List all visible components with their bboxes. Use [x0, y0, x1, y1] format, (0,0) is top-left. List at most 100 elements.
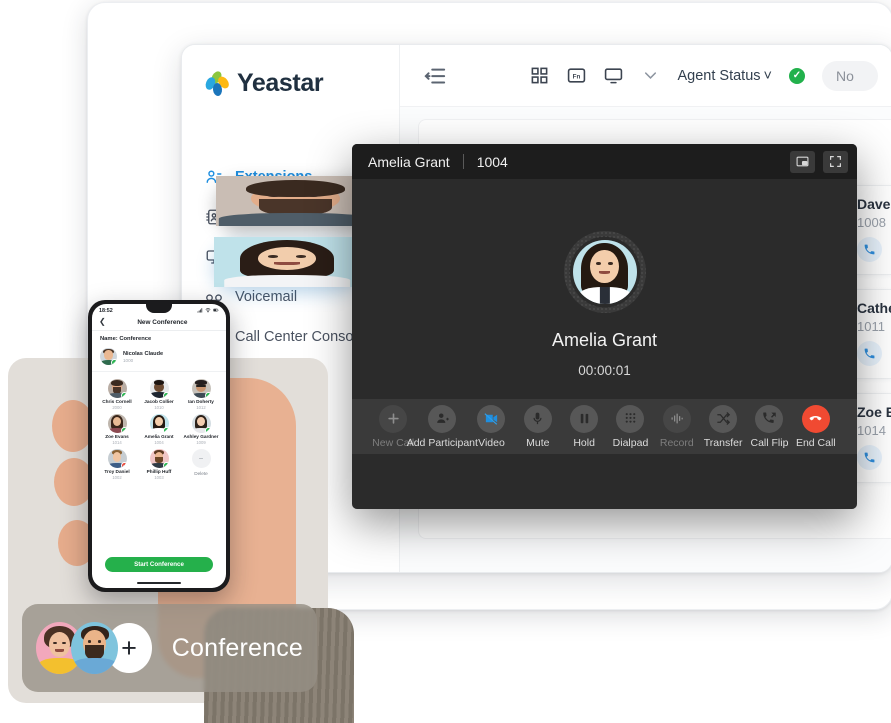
- account-pill[interactable]: No: [822, 60, 878, 91]
- contact-name: Zoe E: [857, 404, 891, 420]
- collapse-menu-icon[interactable]: [424, 66, 446, 86]
- start-conference-button[interactable]: Start Conference: [105, 557, 213, 572]
- participant-name: Ian Doherty: [188, 399, 214, 404]
- participant-extension: 1004: [154, 440, 164, 445]
- participant-name: Chris Cornell: [102, 399, 132, 404]
- transfer-button[interactable]: Transfer: [700, 404, 746, 449]
- avatar: ✓: [191, 414, 211, 433]
- participant-item[interactable]: ✓ Chris Cornell 2000: [97, 379, 137, 410]
- top-bar-actions: Fn Agent Status ˅ ✓ No: [530, 60, 891, 91]
- avatar: ✓: [191, 379, 211, 398]
- participant-item[interactable]: ✓ Ashley Gardner 1009: [181, 414, 221, 445]
- fn-key-icon[interactable]: Fn: [567, 66, 587, 86]
- contact-extension: 1011: [857, 319, 885, 334]
- status-badge: ✓: [162, 462, 169, 468]
- status-badge: ✓: [162, 427, 169, 433]
- participant-name: Jacob Collier: [144, 399, 174, 404]
- avatar: [572, 240, 637, 304]
- add-participant-button[interactable]: Add Participant: [407, 404, 478, 449]
- phone-icon[interactable]: [857, 237, 882, 262]
- agent-status-dropdown[interactable]: Agent Status ˅: [678, 68, 773, 84]
- brand-name: Yeastar: [237, 69, 324, 97]
- avatar: ✓: [100, 348, 117, 365]
- call-flip-button[interactable]: Call Flip: [746, 404, 792, 449]
- mobile-phone-mockup: 18:52 ❮ New Conference Name: Conference …: [88, 300, 230, 592]
- participant-grid: ✓ Chris Cornell 2000 ✓ Jacob Collier 101…: [92, 372, 226, 487]
- call-card-active[interactable]: Amelia Grant 00:00:01: [214, 237, 360, 287]
- call-toolbar: New Call Add Participant Video Mute Hold…: [352, 399, 857, 454]
- status-badge: ✓: [120, 392, 127, 398]
- tool-label: Video: [478, 436, 505, 449]
- app-logo: Yeastar: [203, 69, 324, 98]
- phone-icon[interactable]: [857, 341, 882, 366]
- participant-name: Phillip Huff: [146, 469, 172, 474]
- chevron-down-icon[interactable]: [641, 66, 661, 86]
- fullscreen-icon[interactable]: [823, 150, 848, 173]
- participant-item[interactable]: ✓ Jacob Collier 1010: [139, 379, 179, 410]
- status-time: 18:52: [99, 308, 113, 314]
- avatar: ✓: [107, 414, 127, 433]
- monitor-icon[interactable]: [604, 66, 624, 86]
- svg-text:Fn: Fn: [573, 73, 581, 80]
- participant-extension: 1003: [154, 475, 164, 480]
- hold-button[interactable]: Hold: [561, 404, 607, 449]
- record-button[interactable]: Record: [654, 404, 700, 449]
- participant-item[interactable]: ✓ Phillip Huff 1003: [139, 449, 179, 480]
- wifi-icon: [205, 307, 211, 315]
- participant-extension: 2000: [112, 405, 122, 410]
- picture-in-picture-icon[interactable]: [790, 150, 815, 173]
- status-badge: ✓: [120, 427, 127, 433]
- participant-item[interactable]: ✓ Amelia Grant 1004: [139, 414, 179, 445]
- call-window-titlebar: Amelia Grant 1004: [352, 144, 857, 179]
- phone-header: ❮ New Conference: [92, 316, 226, 331]
- avatar: [214, 237, 360, 287]
- tool-label: Transfer: [703, 436, 743, 449]
- transfer-icon: [709, 404, 738, 433]
- screenshot-root: Yeastar Extensions: [0, 0, 891, 723]
- participant-item[interactable]: ✓ Zoe Evans 1014: [97, 414, 137, 445]
- home-indicator: [137, 582, 181, 584]
- conference-label: Conference: [171, 633, 303, 662]
- record-waveform-icon: [662, 404, 691, 433]
- avatar: ✓: [149, 379, 169, 398]
- top-bar: Fn Agent Status ˅ ✓ No: [400, 45, 891, 107]
- dialpad-button[interactable]: Dialpad: [607, 404, 653, 449]
- camera-notch: [146, 304, 172, 313]
- mute-button[interactable]: Mute: [515, 404, 561, 449]
- microphone-icon: [523, 404, 552, 433]
- conference-banner[interactable]: + Conference: [22, 604, 317, 692]
- participant-name: Troy Daniel: [104, 469, 130, 474]
- delete-participant-button[interactable]: − Delete: [181, 449, 221, 480]
- conference-name-field[interactable]: Name: Conference: [92, 331, 226, 346]
- conference-owner: ✓ Nicolas Claude 1000: [92, 346, 226, 372]
- end-call-button[interactable]: End Call: [793, 404, 839, 449]
- tool-label: Call Flip: [750, 436, 789, 449]
- delete-label: Delete: [194, 471, 208, 476]
- call-window-name: Amelia Grant: [368, 153, 450, 170]
- participant-name: Ashley Gardner: [183, 434, 219, 439]
- signal-icon: [197, 307, 203, 315]
- participant-item[interactable]: × Troy Daniel 1002: [97, 449, 137, 480]
- contact-name: Cathe: [857, 300, 891, 316]
- status-badge: ×: [120, 462, 127, 468]
- chevron-left-icon[interactable]: ❮: [99, 318, 106, 326]
- avatar: ✓: [149, 449, 169, 468]
- video-button[interactable]: Video: [468, 404, 514, 449]
- phone-icon[interactable]: [857, 445, 882, 470]
- dialpad-icon: [616, 404, 645, 433]
- call-card-hold[interactable]: Chris Cornell Hold 00:00:02: [216, 176, 375, 226]
- participant-extension: 1002: [112, 475, 122, 480]
- avatar: ✓: [149, 414, 169, 433]
- status-badge[interactable]: ✓: [789, 67, 805, 84]
- video-off-icon: [477, 404, 506, 433]
- contact-name: Dave: [857, 196, 891, 212]
- qr-code-icon[interactable]: [530, 66, 550, 86]
- participant-item[interactable]: ✓ Ian Doherty 1012: [181, 379, 221, 410]
- call-window: Amelia Grant 1004 Amelia Grant 00:00:01 …: [352, 144, 857, 509]
- status-badge: ✓: [204, 392, 211, 398]
- participant-extension: 1010: [154, 405, 164, 410]
- tool-label: Mute: [526, 436, 550, 449]
- avatar: [71, 622, 119, 674]
- caller-name: Amelia Grant: [551, 330, 658, 350]
- status-badge: ✓: [204, 427, 211, 433]
